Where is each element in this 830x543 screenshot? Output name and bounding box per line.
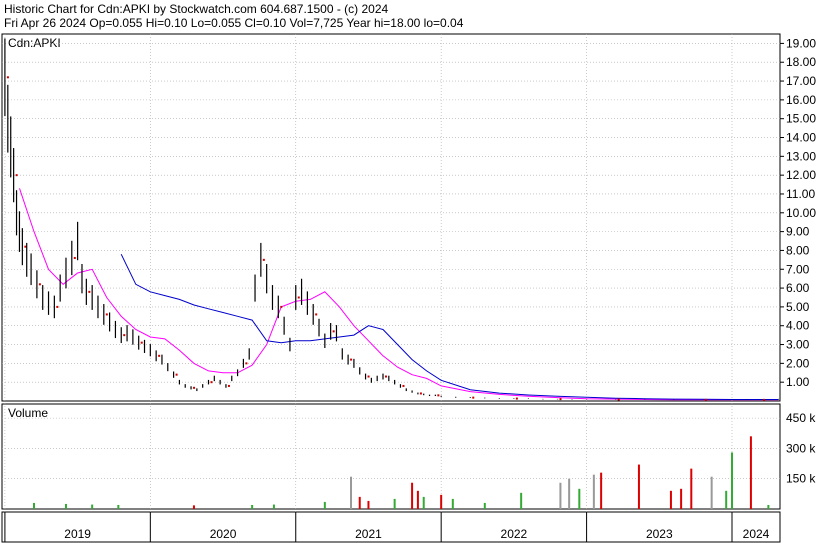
price-dot <box>175 373 178 376</box>
price-tick-label: 18.00 <box>786 55 816 69</box>
year-label: 2021 <box>355 527 382 541</box>
volume-bar <box>64 503 67 509</box>
price-tick-label: 14.00 <box>786 131 816 145</box>
price-dot <box>105 313 108 316</box>
volume-bar <box>117 504 120 509</box>
volume-bar <box>192 505 195 509</box>
volume-bar <box>251 504 254 509</box>
volume-bar <box>422 496 425 509</box>
volume-bar <box>358 496 361 509</box>
price-dot <box>227 384 230 387</box>
volume-bar <box>32 502 35 509</box>
volume-panel <box>1 403 781 510</box>
price-dot <box>6 76 9 79</box>
price-dot <box>15 174 18 177</box>
volume-bar <box>440 494 443 509</box>
price-dot <box>280 305 283 308</box>
volume-bar <box>749 436 752 509</box>
price-dot <box>24 245 27 248</box>
price-dot <box>140 341 143 344</box>
price-tick-label: 9.00 <box>786 225 810 239</box>
price-dot <box>402 384 405 387</box>
volume-tick-label: 450 k <box>786 411 816 425</box>
volume-bar <box>600 472 603 509</box>
price-dot <box>158 354 161 357</box>
price-dot <box>315 313 318 316</box>
volume-bar <box>416 490 419 509</box>
price-dot <box>437 394 440 397</box>
price-dot <box>419 392 422 395</box>
price-dot <box>763 398 766 401</box>
price-panel <box>1 33 781 402</box>
volume-bar <box>767 504 770 509</box>
year-label: 2024 <box>743 527 770 541</box>
volume-bar <box>568 478 571 509</box>
price-dot <box>245 362 248 365</box>
historic-chart: Cdn:APKI Volume 1.002.003.004.005.006.00… <box>1 33 816 543</box>
price-dot <box>472 396 475 399</box>
price-tick-label: 15.00 <box>786 112 816 126</box>
volume-bar <box>725 490 728 509</box>
price-dot <box>350 358 353 361</box>
volume-bar <box>91 504 94 509</box>
symbol-label: Cdn:APKI <box>8 36 61 50</box>
volume-bar <box>483 502 486 509</box>
volume-bar <box>690 468 693 509</box>
price-dot <box>193 386 196 389</box>
price-tick-label: 10.00 <box>786 206 816 220</box>
price-tick-label: 2.00 <box>786 356 810 370</box>
price-dot <box>123 334 126 337</box>
price-tick-label: 4.00 <box>786 319 810 333</box>
price-dot <box>617 398 620 401</box>
volume-bar <box>350 476 353 509</box>
volume-bar <box>520 492 523 509</box>
price-dot <box>297 296 300 299</box>
price-dot <box>559 398 562 401</box>
price-dot <box>704 398 707 401</box>
price-tick-label: 13.00 <box>786 149 816 163</box>
price-dot <box>38 283 41 286</box>
volume-tick-label: 150 k <box>786 472 816 486</box>
volume-bar <box>578 488 581 509</box>
price-tick-label: 16.00 <box>786 93 816 107</box>
price-tick-label: 5.00 <box>786 300 810 314</box>
price-tick-label: 19.00 <box>786 36 816 50</box>
price-tick-label: 6.00 <box>786 281 810 295</box>
volume-bar <box>710 476 713 509</box>
year-label: 2023 <box>646 527 673 541</box>
volume-bar <box>559 482 562 509</box>
price-dot <box>73 256 76 259</box>
volume-bar <box>731 452 734 509</box>
volume-tick-label: 300 k <box>786 441 816 455</box>
volume-bar <box>451 498 454 509</box>
price-dot <box>88 290 91 293</box>
volume-bar <box>592 474 595 509</box>
price-tick-label: 12.00 <box>786 168 816 182</box>
year-label: 2020 <box>210 527 237 541</box>
year-label: 2022 <box>501 527 528 541</box>
price-tick-label: 1.00 <box>786 375 810 389</box>
price-tick-label: 8.00 <box>786 243 810 257</box>
price-dot <box>385 375 388 378</box>
volume-bar <box>669 490 672 509</box>
price-tick-label: 3.00 <box>786 338 810 352</box>
price-dot <box>262 258 265 261</box>
price-dot <box>332 330 335 333</box>
volume-bar <box>272 504 275 509</box>
volume-bar <box>323 501 326 509</box>
price-tick-label: 11.00 <box>786 187 815 201</box>
volume-bar <box>680 488 683 509</box>
volume-bar <box>637 464 640 509</box>
volume-bar <box>367 500 370 509</box>
price-dot <box>367 375 370 378</box>
price-dot <box>56 305 59 308</box>
price-tick-label: 7.00 <box>786 262 810 276</box>
volume-bar <box>411 482 414 509</box>
volume-bar <box>393 498 396 509</box>
year-label: 2019 <box>64 527 91 541</box>
price-dot <box>210 381 213 384</box>
price-tick-label: 17.00 <box>786 74 816 88</box>
price-dot <box>515 397 518 400</box>
